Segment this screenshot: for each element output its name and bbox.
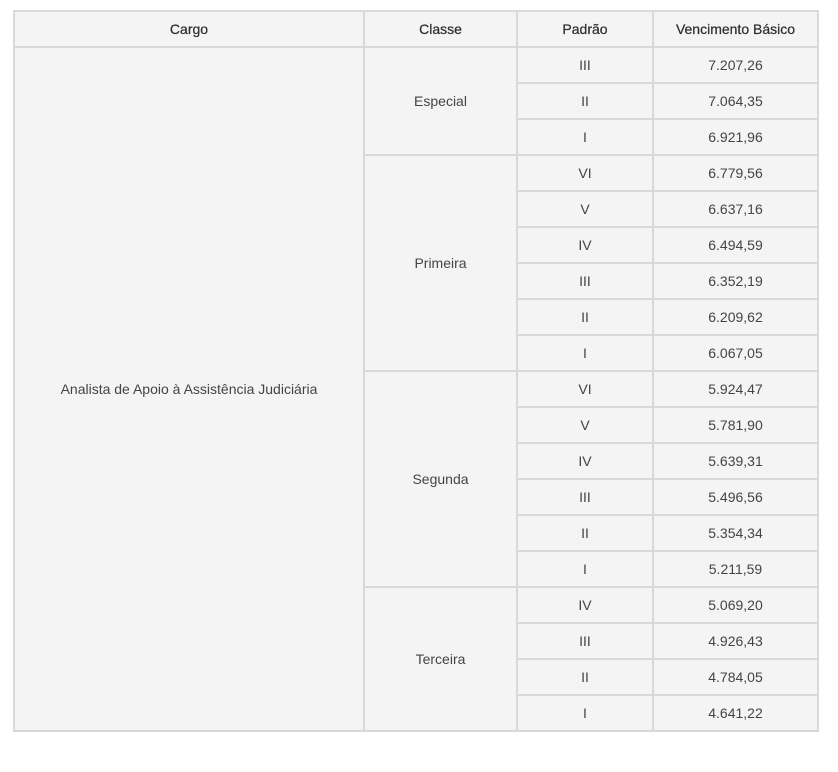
header-vencimento: Vencimento Básico [652, 10, 819, 48]
padrao-cell: II [516, 514, 654, 552]
table-body: Analista de Apoio à Assistência Judiciár… [13, 46, 819, 732]
table-header: Cargo Classe Padrão Vencimento Básico [13, 10, 819, 48]
salary-table-container: Cargo Classe Padrão Vencimento Básico An… [13, 10, 819, 732]
vencimento-cell: 4.926,43 [652, 622, 819, 660]
padrao-cell: I [516, 334, 654, 372]
vencimento-cell: 6.067,05 [652, 334, 819, 372]
vencimento-cell: 6.637,16 [652, 190, 819, 228]
vencimento-cell: 4.784,05 [652, 658, 819, 696]
vencimento-cell: 6.921,96 [652, 118, 819, 156]
vencimento-cell: 7.207,26 [652, 46, 819, 84]
padrao-cell: II [516, 298, 654, 336]
classe-cell-especial: Especial [363, 46, 518, 156]
padrao-cell: II [516, 658, 654, 696]
header-classe: Classe [363, 10, 518, 48]
vencimento-cell: 5.069,20 [652, 586, 819, 624]
vencimento-cell: 7.064,35 [652, 82, 819, 120]
padrao-cell: V [516, 190, 654, 228]
vencimento-cell: 6.779,56 [652, 154, 819, 192]
padrao-cell: IV [516, 226, 654, 264]
padrao-cell: V [516, 406, 654, 444]
vencimento-cell: 5.496,56 [652, 478, 819, 516]
classe-cell-segunda: Segunda [363, 370, 518, 588]
vencimento-cell: 5.211,59 [652, 550, 819, 588]
vencimento-cell: 6.494,59 [652, 226, 819, 264]
padrao-cell: III [516, 46, 654, 84]
salary-table: Cargo Classe Padrão Vencimento Básico An… [13, 10, 819, 732]
padrao-cell: II [516, 82, 654, 120]
vencimento-cell: 5.781,90 [652, 406, 819, 444]
header-padrao: Padrão [516, 10, 654, 48]
padrao-cell: III [516, 478, 654, 516]
padrao-cell: I [516, 694, 654, 732]
vencimento-cell: 4.641,22 [652, 694, 819, 732]
vencimento-cell: 5.639,31 [652, 442, 819, 480]
classe-cell-terceira: Terceira [363, 586, 518, 732]
padrao-cell: I [516, 550, 654, 588]
header-cargo: Cargo [13, 10, 365, 48]
vencimento-cell: 6.209,62 [652, 298, 819, 336]
vencimento-cell: 5.924,47 [652, 370, 819, 408]
table-row: Analista de Apoio à Assistência Judiciár… [13, 46, 819, 732]
header-row: Cargo Classe Padrão Vencimento Básico [13, 10, 819, 48]
classe-cell-primeira: Primeira [363, 154, 518, 372]
padrao-cell: I [516, 118, 654, 156]
cargo-cell: Analista de Apoio à Assistência Judiciár… [13, 46, 365, 732]
padrao-cell: III [516, 622, 654, 660]
padrao-cell: III [516, 262, 654, 300]
vencimento-cell: 6.352,19 [652, 262, 819, 300]
padrao-cell: IV [516, 442, 654, 480]
padrao-cell: IV [516, 586, 654, 624]
padrao-cell: VI [516, 370, 654, 408]
padrao-cell: VI [516, 154, 654, 192]
vencimento-cell: 5.354,34 [652, 514, 819, 552]
